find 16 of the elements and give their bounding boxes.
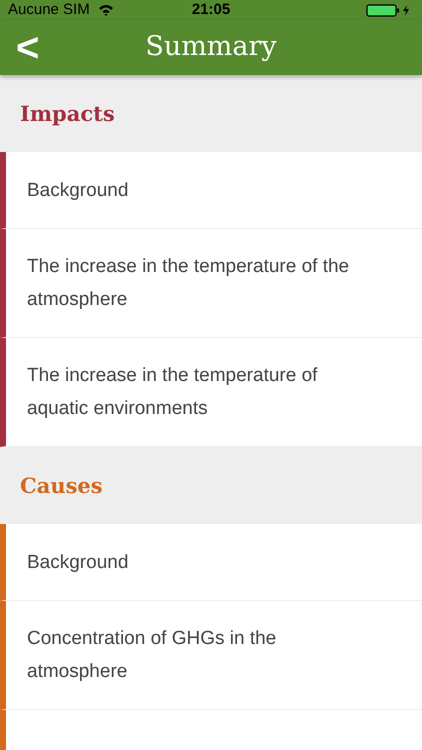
row-label: Background (27, 550, 130, 574)
back-button[interactable]: < (14, 28, 42, 68)
carrier-name: Aucune SIM (8, 0, 90, 20)
clock: 21:05 (192, 0, 230, 20)
row-label: The increase in the temperature of the atmosphere (27, 255, 350, 312)
list-row[interactable]: Concentration of GHGs in the atmosphere (0, 601, 422, 710)
section-title: Causes (20, 472, 103, 500)
row-label: The increase in the temperature of aquatic environments (27, 364, 318, 421)
wifi-icon (98, 4, 114, 16)
list-row[interactable]: Background (0, 524, 422, 601)
list-row[interactable]: Background (0, 152, 422, 229)
screen-title: Summary (145, 30, 277, 64)
row-label: Background (27, 178, 130, 202)
list-row[interactable]: The increase in the temperature of the atmosphere (0, 229, 422, 338)
row-label: Concentration of GHGs in the atmosphere (27, 627, 278, 684)
section-title: Impacts (20, 100, 115, 128)
